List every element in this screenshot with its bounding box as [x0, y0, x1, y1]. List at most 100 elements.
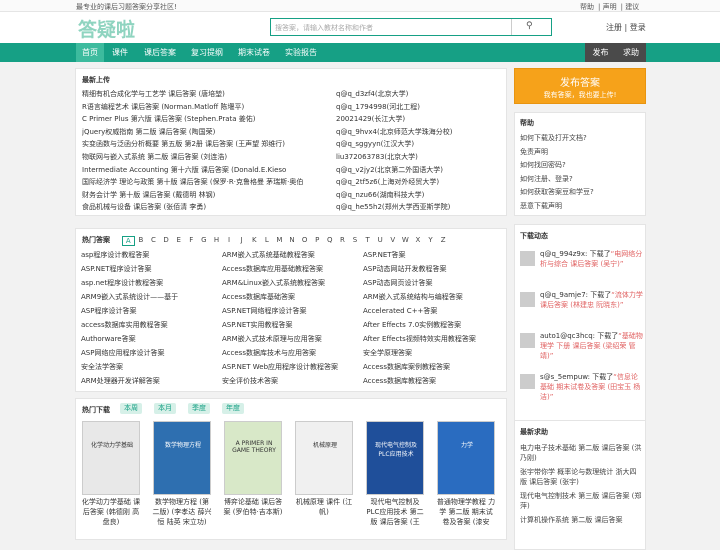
hot-answer-link[interactable]: Access数据库教程答案: [363, 376, 499, 387]
letter-h[interactable]: H: [210, 236, 223, 246]
hot-answer-link[interactable]: ASP动态网站开发教程答案: [363, 264, 499, 275]
letter-s[interactable]: S: [349, 236, 362, 246]
letter-v[interactable]: V: [386, 236, 399, 246]
book-item[interactable]: 机械原理 机械原理 课件 (江帆): [294, 421, 354, 517]
letter-i[interactable]: I: [223, 236, 236, 246]
letter-r[interactable]: R: [336, 236, 349, 246]
suggestion-link[interactable]: 建议: [625, 3, 639, 11]
dynamic-user[interactable]: q@q_9amje7:: [540, 291, 588, 299]
hot-answer-link[interactable]: ASP.NET网络程序设计答案: [222, 306, 358, 317]
letter-z[interactable]: Z: [437, 236, 450, 246]
help-link[interactable]: 如何找回密码?: [520, 160, 566, 170]
letter-u[interactable]: U: [374, 236, 387, 246]
site-logo[interactable]: 答疑啦: [78, 15, 135, 42]
latest-uploader[interactable]: q@q_he55h2(郑州大学西亚斯学院): [336, 202, 450, 213]
hot-answer-link[interactable]: 安全学原理答案: [363, 348, 499, 359]
help-link[interactable]: 如何获取答案豆和学豆?: [520, 187, 594, 197]
book-caption[interactable]: 数学物理方程 (第二版) (李孝达 薛兴恒 陆英 宋立功): [152, 497, 212, 527]
book-cover[interactable]: 化学动力学基础: [82, 421, 140, 495]
dynamic-user[interactable]: q@q_994z9x:: [540, 250, 587, 258]
latest-book-link[interactable]: R语言编程艺术 课后答案 (Norman.Matloff 陈堰平): [82, 102, 332, 113]
letter-b[interactable]: B: [135, 236, 148, 246]
hot-answer-link[interactable]: ASP程序设计答案: [81, 306, 217, 317]
latest-uploader[interactable]: q@q_sggyyn(江汉大学): [336, 139, 414, 150]
latest-book-link[interactable]: 财务会计学 第十版 课后答案 (戴德明 林钢): [82, 190, 332, 201]
hot-answer-link[interactable]: ARM处理器开发详解答案: [81, 376, 217, 387]
letter-n[interactable]: N: [286, 236, 299, 246]
latest-uploader[interactable]: q@q_1794998(河北工程): [336, 102, 420, 113]
letter-a[interactable]: A: [122, 236, 135, 246]
letter-x[interactable]: X: [412, 236, 425, 246]
hot-answer-link[interactable]: access数据库实用教程答案: [81, 320, 217, 331]
search-input[interactable]: 搜答案，请输入教材名称和作者: [275, 23, 373, 33]
hot-answer-link[interactable]: After Effects 7.0实例教程答案: [363, 320, 499, 331]
book-caption[interactable]: 现代电气控制及PLC应用技术 第二版 课后答案 (王: [365, 497, 425, 527]
nav-review[interactable]: 复习提纲: [185, 43, 229, 62]
letter-k[interactable]: K: [248, 236, 261, 246]
hot-answer-link[interactable]: Access数据库案例教程答案: [363, 362, 499, 373]
hot-answer-link[interactable]: ARM嵌入式技术原理与应用答案: [222, 334, 358, 345]
book-cover[interactable]: 机械原理: [295, 421, 353, 495]
search-button[interactable]: ⚲: [511, 19, 551, 35]
latest-book-link[interactable]: jQuery权威指南 第二版 课后答案 (陶国荣): [82, 127, 332, 138]
help-link[interactable]: 如何下载及打开文档?: [520, 133, 587, 143]
hot-answer-link[interactable]: ASP网络应用程序设计答案: [81, 348, 217, 359]
letter-l[interactable]: L: [261, 236, 274, 246]
latest-book-link[interactable]: 食品机械与设备 课后答案 (张佰清 李勇): [82, 202, 332, 213]
help-link[interactable]: 免责声明: [520, 147, 548, 157]
book-caption[interactable]: 机械原理 课件 (江帆): [294, 497, 354, 517]
hot-answer-link[interactable]: ASP动态网页设计答案: [363, 278, 499, 289]
letter-t[interactable]: T: [361, 236, 374, 246]
book-item[interactable]: 数学物理方程 数学物理方程 (第二版) (李孝达 薛兴恒 陆英 宋立功): [152, 421, 212, 527]
book-item[interactable]: 力学 普通物理学教程 力学 第二版 期末试卷及答案 (漆安: [436, 421, 496, 527]
hot-answer-link[interactable]: Access数据库基础答案: [222, 292, 358, 303]
help-link[interactable]: 帮助: [580, 3, 594, 11]
hot-answer-link[interactable]: 安全法学答案: [81, 362, 217, 373]
request-link[interactable]: 张宇带你学 概率论与数理统计 浙大四版 课后答案 (张宇): [520, 467, 642, 487]
hot-answer-link[interactable]: ARM&Linux嵌入式系统教程答案: [222, 278, 358, 289]
latest-uploader[interactable]: q@q_9hvx4(北京师范大学珠海分校): [336, 127, 452, 138]
dynamic-user[interactable]: s@s_5empuw:: [540, 373, 590, 381]
book-item[interactable]: A PRIMER IN GAME THEORY 博弈论基础 课后答案 (罗伯特·吉…: [223, 421, 283, 517]
statement-link[interactable]: 声明: [603, 3, 617, 11]
latest-uploader[interactable]: liu372063783(北京大学): [336, 152, 418, 163]
letter-c[interactable]: C: [147, 236, 160, 246]
latest-uploader[interactable]: q@q_v2jy2(北京第二外国语大学): [336, 165, 443, 176]
book-cover[interactable]: A PRIMER IN GAME THEORY: [224, 421, 282, 495]
nav-lab-reports[interactable]: 实验报告: [279, 43, 323, 62]
request-link[interactable]: 电力电子技术基础 第二版 课后答案 (洪乃刚): [520, 443, 642, 463]
help-link[interactable]: 如何注册、登录?: [520, 174, 573, 184]
book-cover[interactable]: 数学物理方程: [153, 421, 211, 495]
hot-answer-link[interactable]: Access数据库技术与应用答案: [222, 348, 358, 359]
publish-button[interactable]: 发布: [585, 43, 616, 62]
hot-answer-link[interactable]: ASP.NET答案: [363, 250, 499, 261]
auth-links[interactable]: 注册 | 登录: [606, 22, 646, 33]
latest-book-link[interactable]: C Primer Plus 第六版 课后答案 (Stephen.Prata 姜佑…: [82, 114, 332, 125]
dynamic-user[interactable]: auto1@qc3hcq:: [540, 332, 595, 340]
latest-book-link[interactable]: 精细有机合成化学与工艺学 课后答案 (唐培堃): [82, 89, 332, 100]
hot-answer-link[interactable]: ASP.NET Web应用程序设计教程答案: [222, 362, 358, 373]
tab-week[interactable]: 本周: [120, 403, 142, 414]
book-cover[interactable]: 力学: [437, 421, 495, 495]
hot-answer-link[interactable]: ARM9嵌入式系统设计——基于: [81, 292, 217, 303]
hot-answer-link[interactable]: ARM嵌入式系统基础教程答案: [222, 250, 358, 261]
hot-answer-link[interactable]: Accelerated C++答案: [363, 306, 499, 317]
letter-m[interactable]: M: [273, 236, 286, 246]
tab-quarter[interactable]: 季度: [188, 403, 210, 414]
book-item[interactable]: 现代电气控制及PLC应用技术 现代电气控制及PLC应用技术 第二版 课后答案 (王: [365, 421, 425, 527]
book-caption[interactable]: 化学动力学基础 课后答案 (韩德刚 高盘良): [81, 497, 141, 527]
book-caption[interactable]: 普通物理学教程 力学 第二版 期末试卷及答案 (漆安: [436, 497, 496, 527]
latest-uploader[interactable]: 20021429(长江大学): [336, 114, 405, 125]
nav-home[interactable]: 首页: [76, 43, 104, 62]
book-caption[interactable]: 博弈论基础 课后答案 (罗伯特·吉本斯): [223, 497, 283, 517]
hot-answer-link[interactable]: asp程序设计教程答案: [81, 250, 217, 261]
hot-answer-link[interactable]: ARM嵌入式系统结构与编程答案: [363, 292, 499, 303]
post-answer-button[interactable]: 发布答案 我有答案，我也要上传!: [514, 68, 646, 104]
latest-uploader[interactable]: q@q_2tf5z6(上海对外经贸大学): [336, 177, 439, 188]
tab-year[interactable]: 年度: [222, 403, 244, 414]
letter-f[interactable]: F: [185, 236, 198, 246]
latest-book-link[interactable]: 国际经济学 理论与政策 第十版 课后答案 (保罗·R·克鲁格曼 茅瑞斯·奥伯: [82, 177, 332, 188]
hot-answer-link[interactable]: Authorware答案: [81, 334, 217, 345]
letter-q[interactable]: Q: [324, 236, 337, 246]
hot-answer-link[interactable]: Access数据库应用基础教程答案: [222, 264, 358, 275]
